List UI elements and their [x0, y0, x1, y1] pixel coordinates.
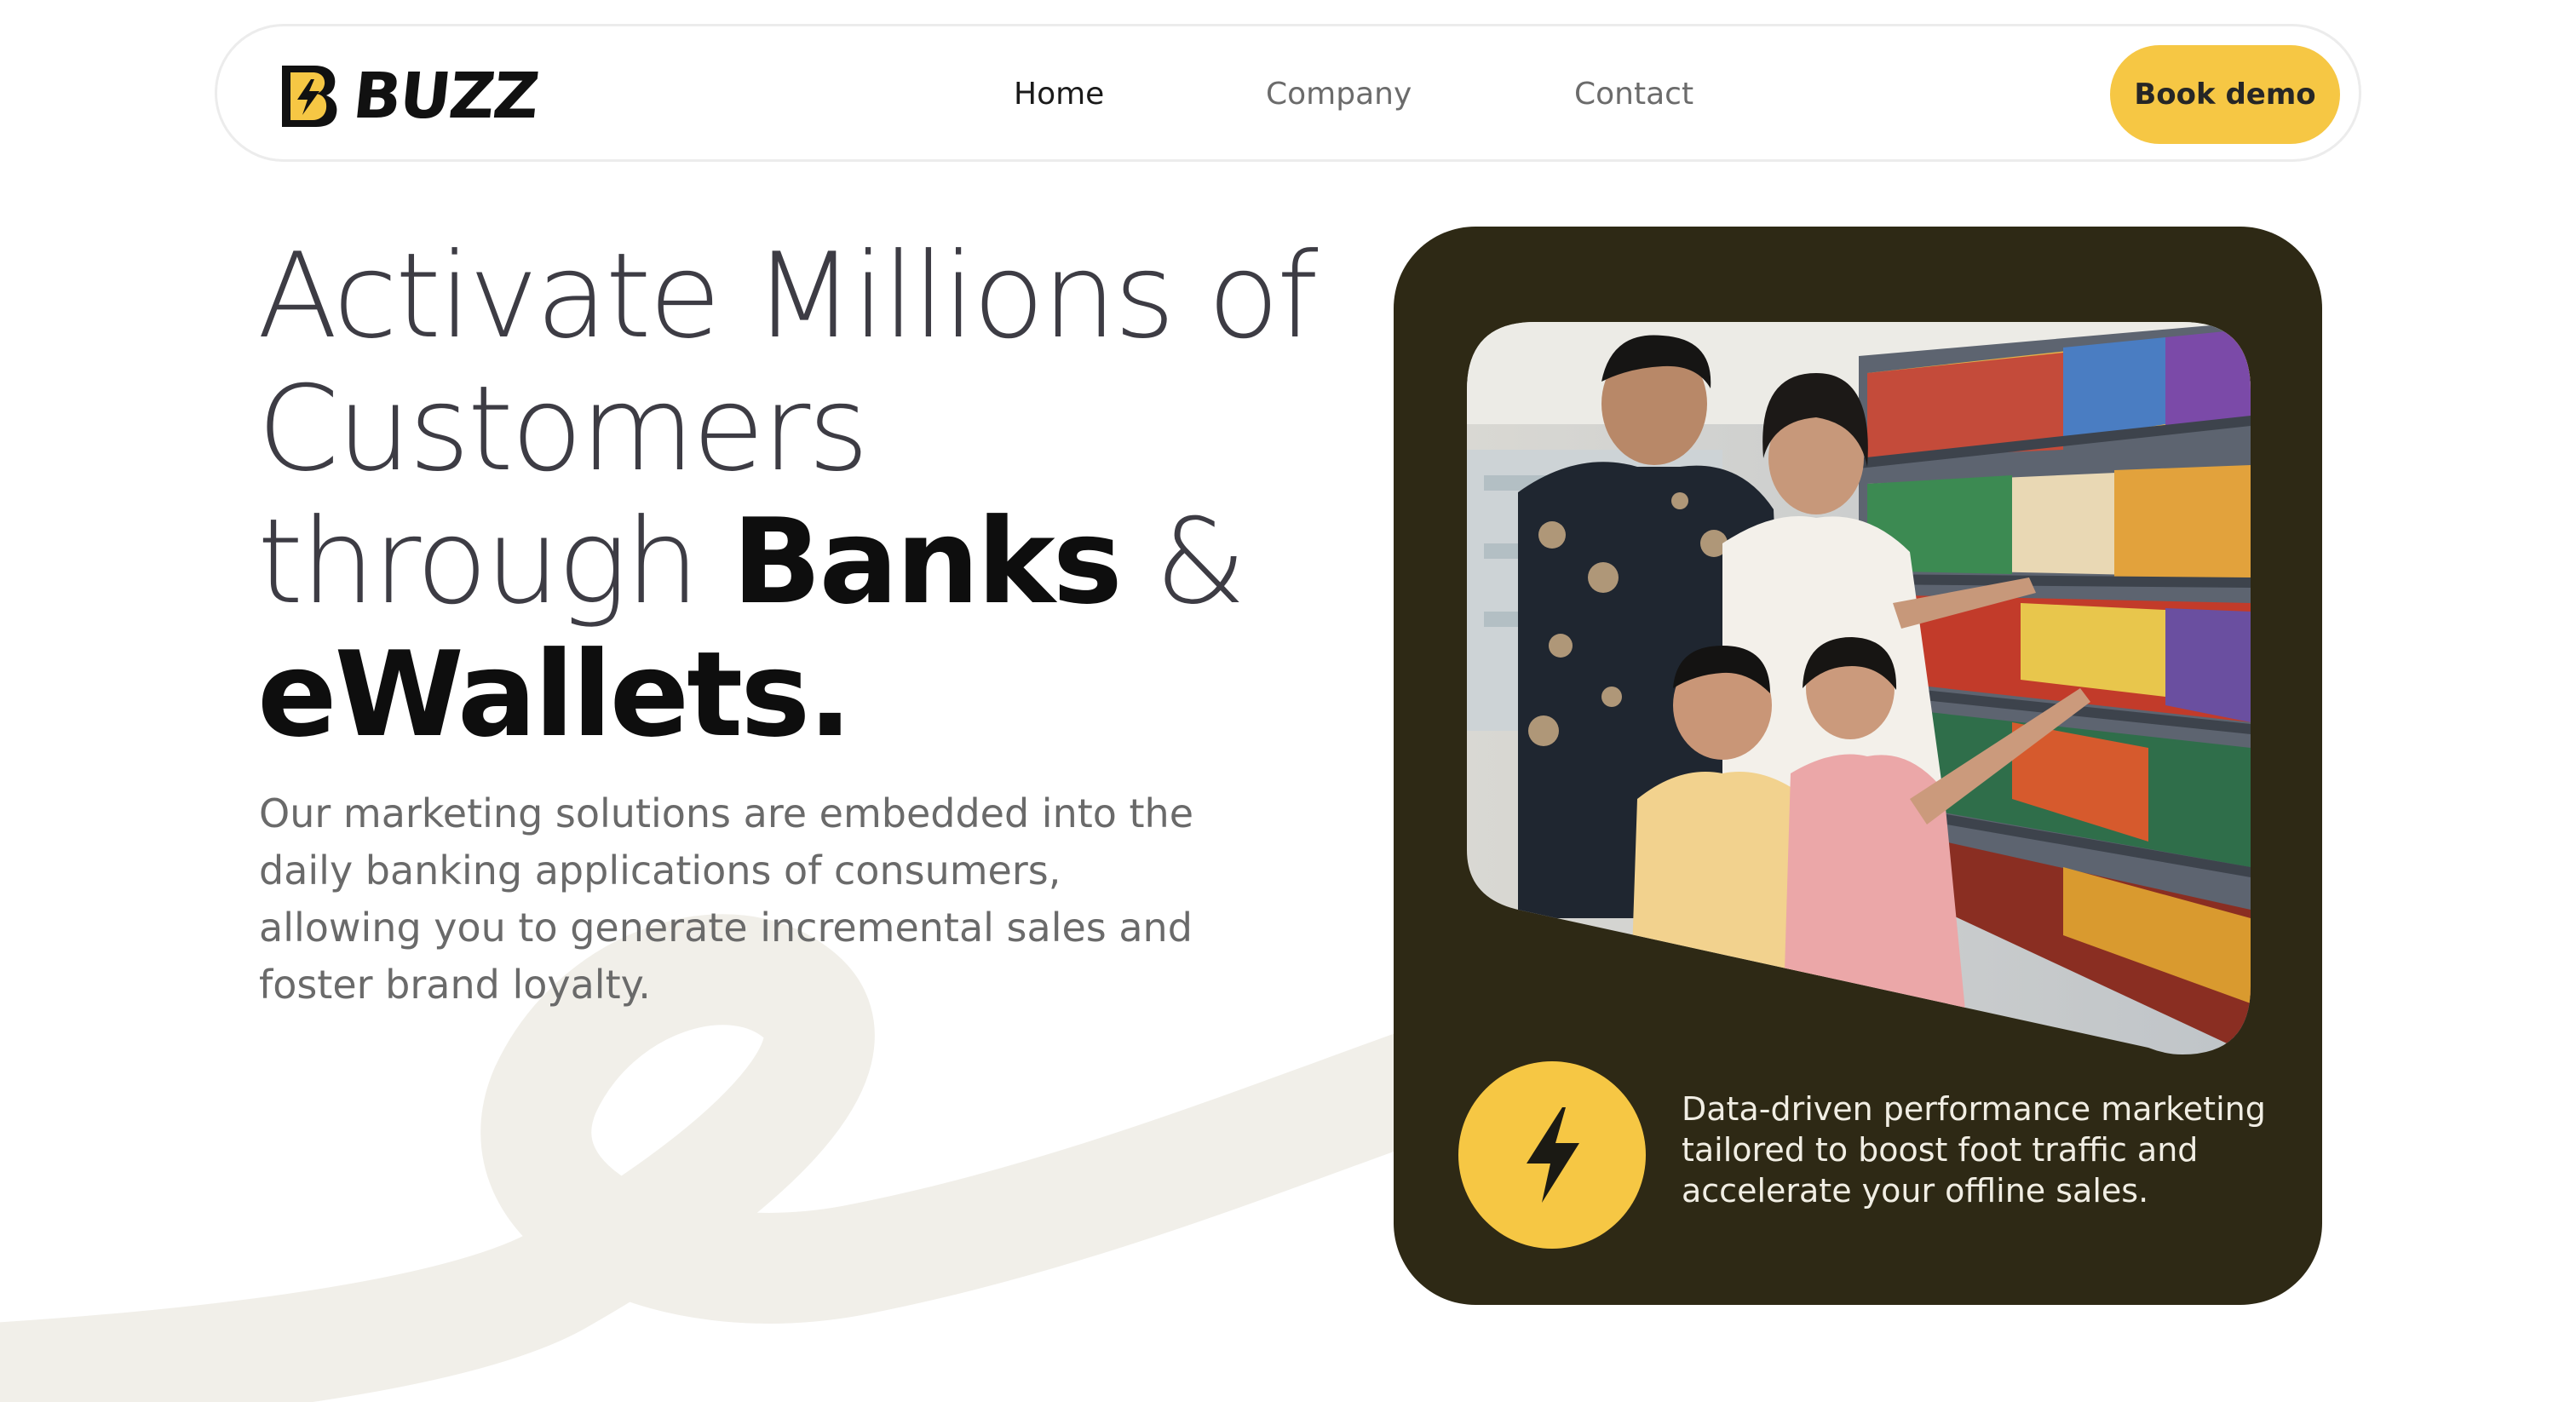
hero-title-banks: Banks — [732, 493, 1122, 630]
lightning-b-icon — [282, 66, 337, 127]
top-navbar: BUZZ Home Company Contact Book demo — [215, 24, 2361, 162]
hero-title: Activate Millions of Customers through B… — [257, 230, 1399, 761]
family-shopping-photo — [1467, 322, 2251, 1054]
bolt-badge — [1458, 1061, 1646, 1249]
book-demo-button[interactable]: Book demo — [2110, 45, 2340, 144]
hero-description: Our marketing solutions are embedded int… — [259, 790, 1194, 1008]
lightning-bolt-icon — [1527, 1107, 1579, 1203]
card-description: Data-driven performance marketing tailor… — [1682, 1090, 2266, 1210]
hero-title-line-3: through Banks & — [257, 496, 1399, 629]
hero-title-ampersand: & — [1119, 493, 1247, 630]
hero-title-line-4: eWallets. — [257, 629, 1399, 761]
hero-title-line-1: Activate Millions of — [257, 227, 1319, 365]
brand-logo[interactable]: BUZZ — [279, 60, 542, 133]
brand-name: BUZZ — [349, 60, 542, 133]
nav-link-contact[interactable]: Contact — [1574, 71, 1693, 118]
hero-title-through: through — [257, 493, 733, 630]
hero-title-line-2: Customers — [257, 360, 869, 497]
nav-link-company[interactable]: Company — [1266, 71, 1412, 118]
hero-title-ewallets: eWallets. — [257, 626, 853, 763]
feature-card: Data-driven performance marketing tailor… — [1394, 227, 2322, 1305]
nav-link-home[interactable]: Home — [1014, 71, 1104, 118]
